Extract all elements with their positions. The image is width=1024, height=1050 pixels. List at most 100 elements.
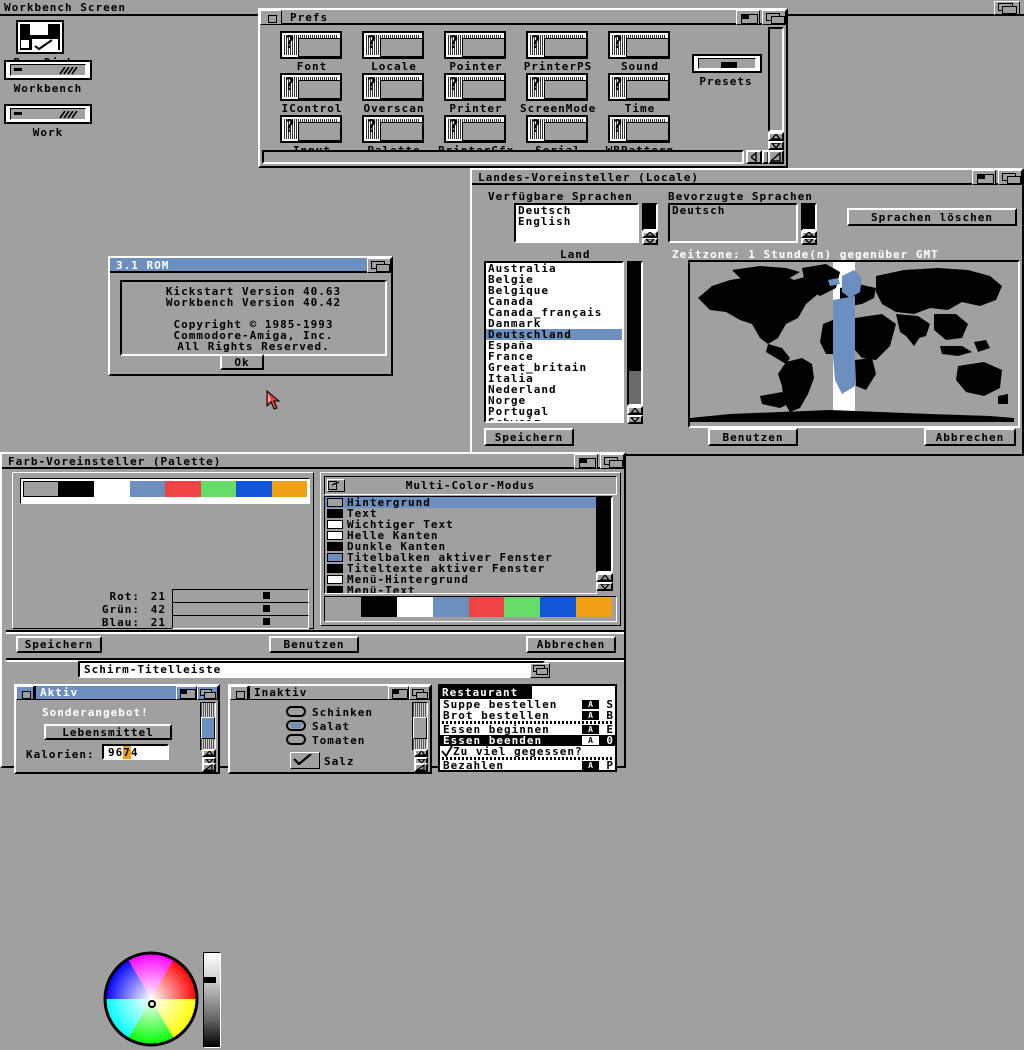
zoom-gadget-icon[interactable] xyxy=(972,170,996,185)
demo-food-button[interactable]: Lebensmittel xyxy=(44,724,172,740)
depth-gadget-icon[interactable] xyxy=(367,258,391,273)
rom-titlebar[interactable]: 3.1 ROM xyxy=(110,258,391,273)
zoom-gadget-icon[interactable] xyxy=(736,10,760,25)
scroll-up-arrow-icon[interactable] xyxy=(202,749,216,757)
clear-languages-button[interactable]: Sprachen löschen xyxy=(847,208,1017,226)
palette-swatch[interactable] xyxy=(165,481,201,497)
palette-window[interactable]: Farb-Voreinsteller (Palette) xyxy=(0,452,626,768)
scroll-up-arrow-icon[interactable] xyxy=(768,132,784,141)
prefs-icon-palette[interactable]: ?Palette xyxy=(356,115,432,155)
locale-cancel-button[interactable]: Abbrechen xyxy=(924,428,1016,446)
preferred-languages-list[interactable]: Deutsch xyxy=(668,203,798,243)
prefs-icon-input[interactable]: ?Input xyxy=(274,115,350,155)
zoom-gadget-icon[interactable] xyxy=(176,686,197,700)
palette-swatch[interactable] xyxy=(272,481,308,497)
prefs-icon-printerps[interactable]: ?PrinterPS xyxy=(520,31,596,71)
scroll-down-arrow-icon[interactable] xyxy=(768,141,784,150)
prefs-icon-locale[interactable]: ?Locale xyxy=(356,31,432,71)
rgb-slider-knob[interactable] xyxy=(263,592,270,599)
available-languages-list[interactable]: DeutschEnglish xyxy=(514,203,639,243)
demo-radio-salat[interactable] xyxy=(286,720,306,731)
demo-menu[interactable]: Restaurant Suppe bestellenASBrot bestell… xyxy=(438,684,617,772)
scroll-up-arrow-icon[interactable] xyxy=(414,749,428,757)
demo-active-window[interactable]: Aktiv Sonderangebot! Lebensmittel Kalori… xyxy=(14,684,220,774)
rom-ok-button[interactable]: Ok xyxy=(220,354,264,370)
prefs-icon-icontrol[interactable]: ?IControl xyxy=(274,73,350,113)
multicolor-strip-swatch[interactable] xyxy=(433,597,469,617)
demo-menu-item[interactable]: Zu viel gegessen? xyxy=(440,746,615,757)
prefs-icon-screenmode[interactable]: ?ScreenMode xyxy=(520,73,596,113)
demo-radio-tomaten[interactable] xyxy=(286,734,306,745)
multicolor-strip-swatch[interactable] xyxy=(504,597,540,617)
multicolor-list[interactable]: HintergrundTextWichtiger TextHelle Kante… xyxy=(324,496,597,594)
country-scroll-track[interactable] xyxy=(627,261,643,406)
prefs-icon-time[interactable]: ?Time xyxy=(602,73,678,113)
close-gadget-icon[interactable] xyxy=(260,10,282,25)
rgb-slider-knob[interactable] xyxy=(263,605,270,612)
prefs-icon-pointer[interactable]: ?Pointer xyxy=(438,31,514,71)
avail-lang-scroll-track[interactable] xyxy=(642,203,658,231)
scroll-down-arrow-icon[interactable] xyxy=(596,582,613,591)
depth-gadget-icon[interactable] xyxy=(998,170,1022,185)
multicolor-scroll-track[interactable] xyxy=(596,496,613,573)
list-item[interactable]: Schweiz xyxy=(486,417,622,423)
depth-gadget-icon[interactable] xyxy=(996,0,1022,13)
multicolor-list-item[interactable]: Menü-Text xyxy=(325,585,596,594)
prefs-hscroll-track[interactable] xyxy=(262,150,744,164)
prefs-icon-sound[interactable]: ?Sound xyxy=(602,31,678,71)
depth-gadget-icon[interactable] xyxy=(197,686,218,700)
zoom-gadget-icon[interactable] xyxy=(388,686,409,700)
scroll-up-arrow-icon[interactable] xyxy=(801,231,817,238)
demo-active-titlebar[interactable]: Aktiv xyxy=(16,686,218,700)
locale-titlebar[interactable]: Landes-Voreinsteller (Locale) xyxy=(472,170,1022,185)
demo-calories-input[interactable]: 9674 xyxy=(102,744,169,760)
multicolor-strip-swatch[interactable] xyxy=(361,597,397,617)
depth-gadget-icon[interactable] xyxy=(409,686,430,700)
rom-window[interactable]: 3.1 ROM Kickstart Version 40.63Workbench… xyxy=(108,256,393,376)
palette-swatch[interactable] xyxy=(23,481,59,497)
prefs-window[interactable]: Prefs ?Font?Locale?Pointer?PrinterPS?Sou… xyxy=(258,8,788,168)
palette-use-button[interactable]: Benutzen xyxy=(269,636,359,653)
demo-inactive-titlebar[interactable]: Inaktiv xyxy=(230,686,430,700)
palette-swatch[interactable] xyxy=(94,481,130,497)
locale-use-button[interactable]: Benutzen xyxy=(708,428,798,446)
desktop-icon-work[interactable]: Work xyxy=(4,104,92,148)
demo-radio-schinken[interactable] xyxy=(286,706,306,717)
demo-inactive-vscroll-knob[interactable] xyxy=(413,717,427,739)
palette-swatch[interactable] xyxy=(59,481,95,497)
list-item[interactable]: English xyxy=(516,216,637,227)
demo-inactive-vscroll-track[interactable] xyxy=(412,702,428,751)
country-scroll-knob[interactable] xyxy=(629,263,641,371)
prefs-vscroll-track[interactable] xyxy=(768,27,784,132)
prefs-icon-overscan[interactable]: ?Overscan xyxy=(356,73,432,113)
multicolor-strip-swatch[interactable] xyxy=(540,597,576,617)
rgb-slider-track[interactable] xyxy=(172,602,309,616)
scroll-down-arrow-icon[interactable] xyxy=(627,415,643,424)
scroll-left-arrow-icon[interactable] xyxy=(746,150,762,164)
resize-gadget-icon[interactable] xyxy=(768,150,784,164)
demo-salt-checkbox[interactable] xyxy=(290,752,320,769)
brightness-slider-knob[interactable] xyxy=(204,977,216,983)
rgb-slider-knob[interactable] xyxy=(263,618,270,625)
list-item[interactable]: Deutsch xyxy=(670,205,796,216)
zoom-gadget-icon[interactable] xyxy=(574,454,598,469)
color-wheel[interactable] xyxy=(103,951,199,1050)
palette-save-button[interactable]: Speichern xyxy=(16,636,102,653)
palette-swatch[interactable] xyxy=(201,481,237,497)
demo-active-vscroll-knob[interactable] xyxy=(201,717,215,739)
demo-menu-item[interactable]: Brot bestellenAB xyxy=(440,710,615,721)
palette-swatch[interactable] xyxy=(236,481,272,497)
palette-titlebar[interactable]: Farb-Voreinsteller (Palette) xyxy=(2,454,624,469)
demo-menu-item[interactable]: BezahlenAP xyxy=(440,760,615,771)
palette-cancel-button[interactable]: Abbrechen xyxy=(526,636,616,653)
depth-gadget-icon[interactable] xyxy=(600,454,624,469)
prefs-icon-wbpattern[interactable]: ?WBPattern xyxy=(602,115,678,155)
scroll-up-arrow-icon[interactable] xyxy=(596,573,613,582)
timezone-world-map[interactable] xyxy=(688,260,1020,428)
demo-active-vscroll-track[interactable] xyxy=(200,702,216,751)
scroll-down-arrow-icon[interactable] xyxy=(801,238,817,245)
close-gadget-icon[interactable] xyxy=(16,686,34,700)
scroll-down-arrow-icon[interactable] xyxy=(642,238,658,245)
multicolor-strip-swatch[interactable] xyxy=(325,597,361,617)
multicolor-strip-swatch[interactable] xyxy=(469,597,505,617)
